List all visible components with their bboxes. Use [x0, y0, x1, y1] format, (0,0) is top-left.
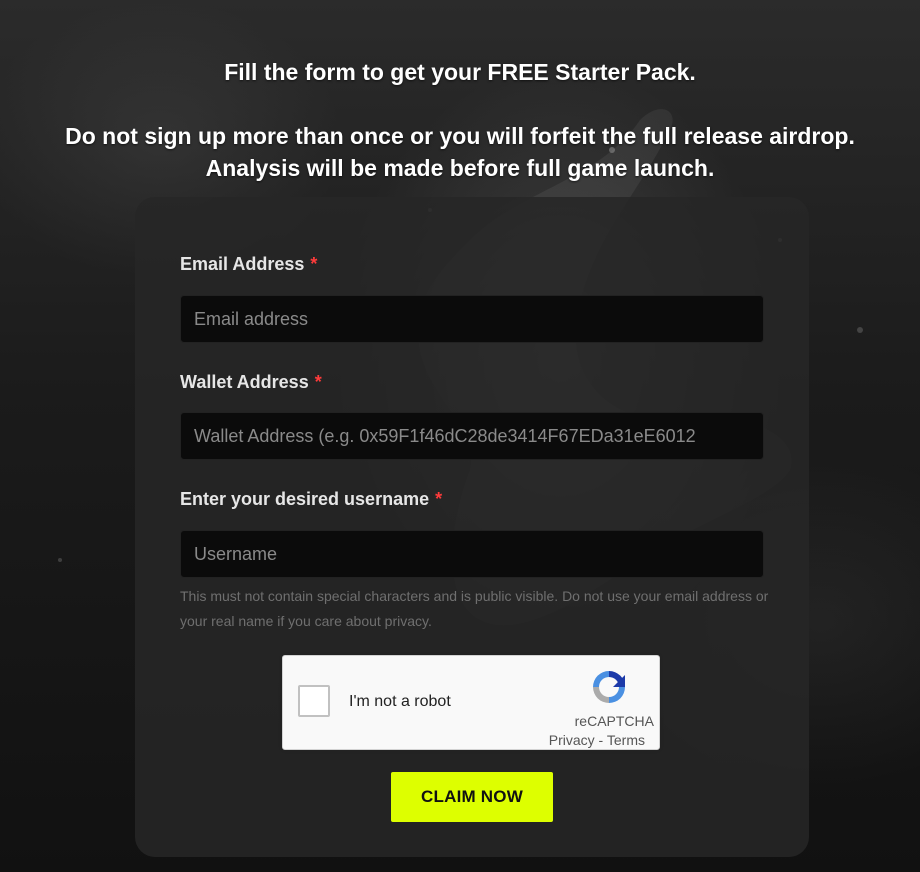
wallet-address-field[interactable] — [180, 412, 764, 460]
terms-link[interactable]: Terms — [607, 732, 645, 748]
recaptcha-links: Privacy - Terms — [549, 732, 645, 748]
headline-offer: Fill the form to get your FREE Starter P… — [224, 59, 696, 85]
required-marker: * — [310, 254, 318, 274]
privacy-link[interactable]: Privacy — [549, 732, 595, 748]
recaptcha-widget: I'm not a robot reCAPTCHA Privacy - Term… — [282, 655, 660, 750]
claim-now-button[interactable]: CLAIM NOW — [391, 772, 553, 822]
username-help-text: This must not contain special characters… — [180, 588, 769, 629]
recaptcha-brand: reCAPTCHA — [574, 713, 654, 729]
recaptcha-label: I'm not a robot — [349, 693, 451, 710]
username-field[interactable] — [180, 530, 764, 578]
headline-warning: Do not sign up more than once or you wil… — [65, 123, 855, 149]
headline-analysis-note: Analysis will be made before full game l… — [205, 155, 715, 181]
email-field[interactable] — [180, 295, 764, 343]
recaptcha-checkbox[interactable] — [298, 685, 330, 717]
required-marker: * — [314, 372, 322, 392]
wallet-label: Wallet Address * — [180, 372, 322, 392]
signup-form-card: Email Address* Wallet Address* Enter you… — [135, 197, 809, 857]
required-marker: * — [435, 489, 443, 509]
username-label: Enter your desired username * — [180, 489, 443, 509]
recaptcha-icon — [593, 671, 625, 703]
link-separator: - — [594, 732, 607, 748]
email-label: Email Address * — [180, 254, 318, 274]
